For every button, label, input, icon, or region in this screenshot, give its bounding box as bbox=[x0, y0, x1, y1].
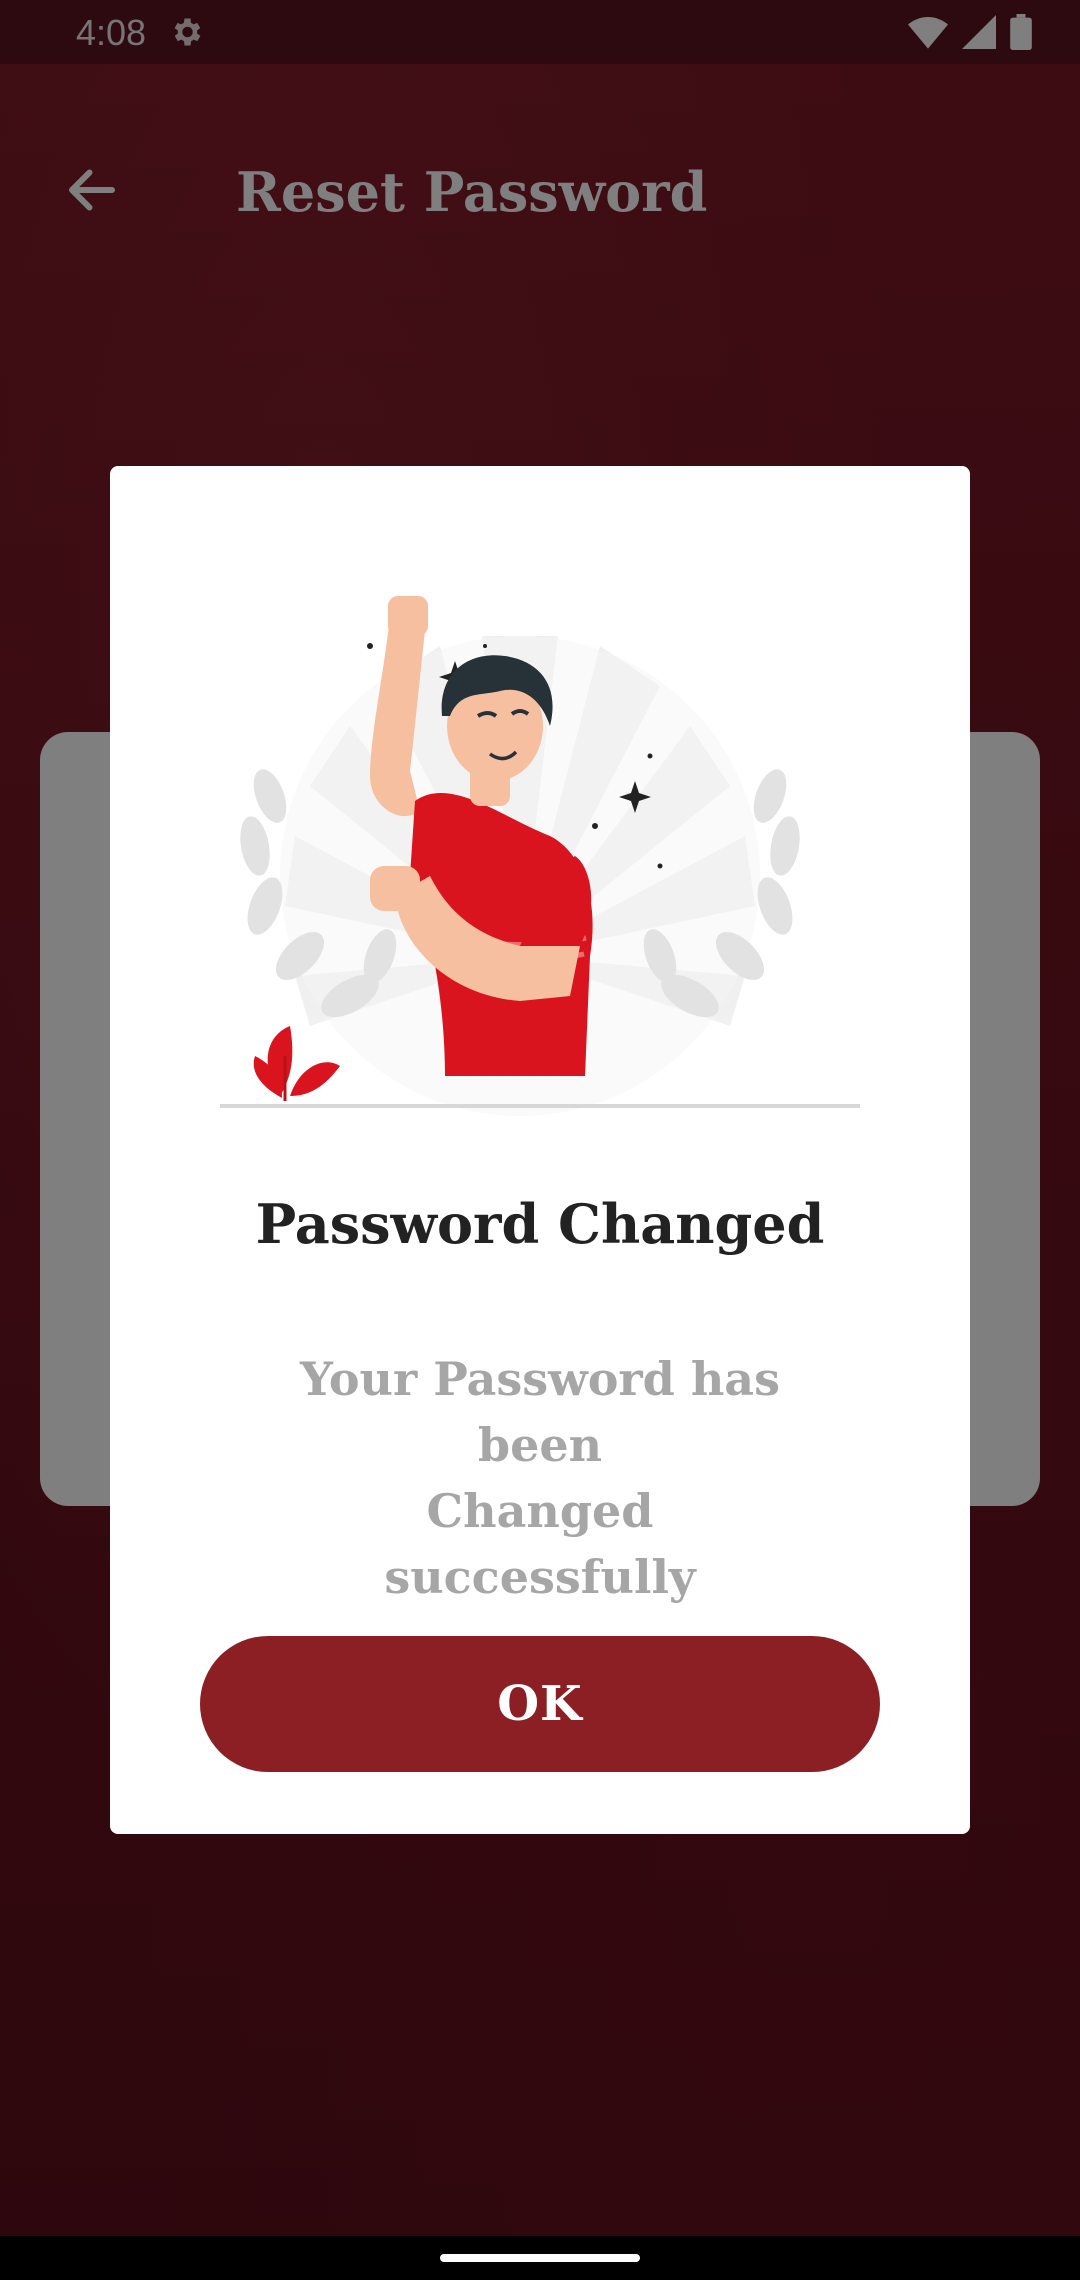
dialog-title: Password Changed bbox=[255, 1192, 825, 1256]
dialog-message-line: successfully bbox=[384, 1550, 696, 1604]
home-indicator[interactable] bbox=[440, 2254, 640, 2262]
ok-button[interactable]: OK bbox=[200, 1636, 880, 1772]
dialog-message: Your Password has been Changed successfu… bbox=[240, 1346, 840, 1610]
dialog-message-line: Changed bbox=[426, 1484, 654, 1538]
celebrating-man-illustration bbox=[220, 596, 860, 1116]
password-changed-dialog: Password Changed Your Password has been … bbox=[110, 466, 970, 1834]
dialog-message-line: Your Password has been bbox=[299, 1352, 780, 1472]
